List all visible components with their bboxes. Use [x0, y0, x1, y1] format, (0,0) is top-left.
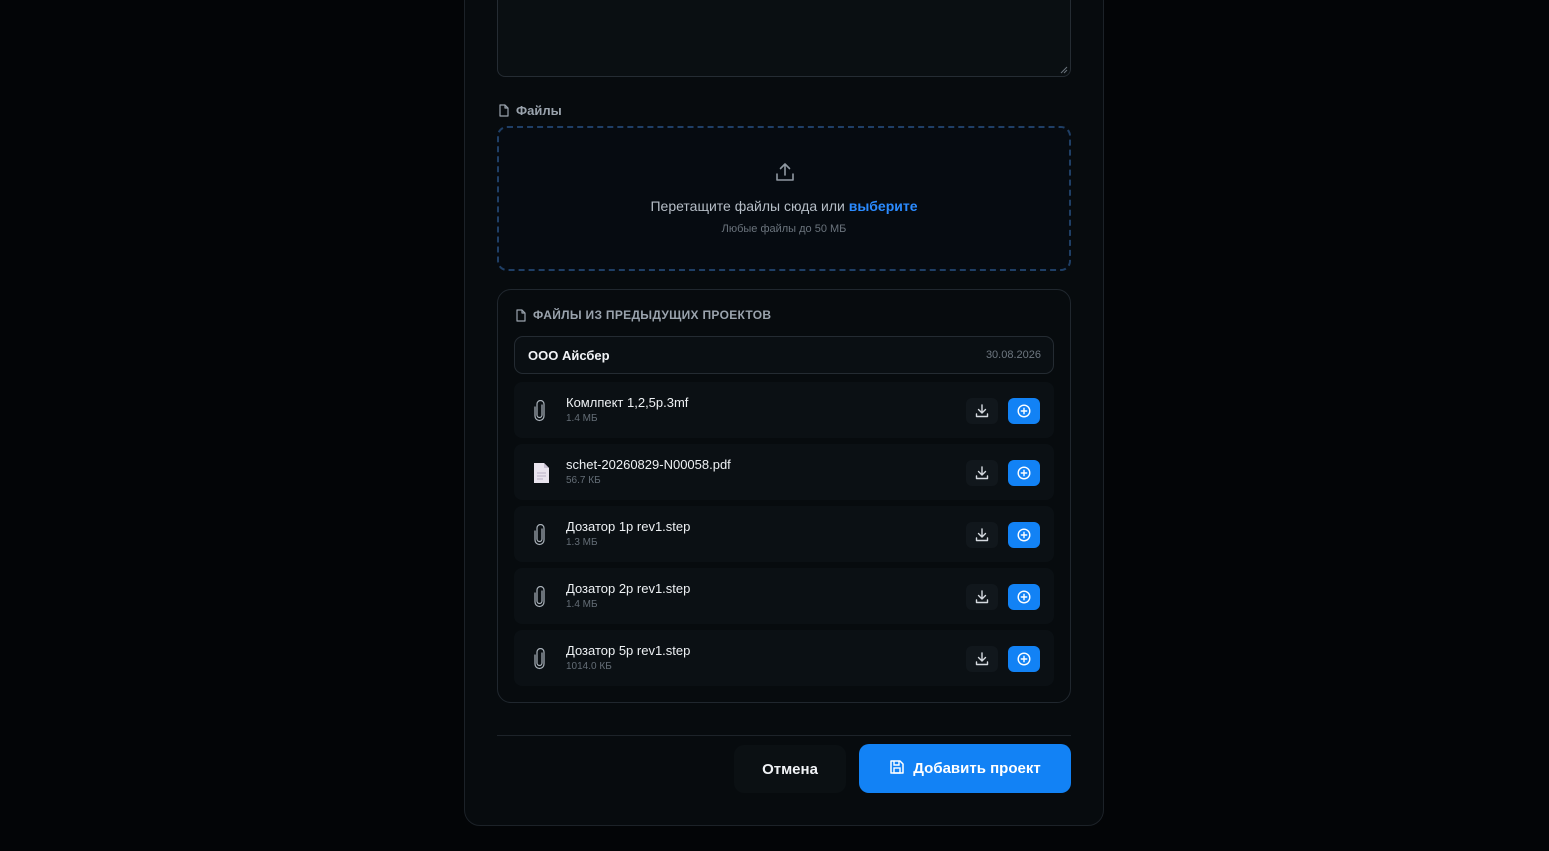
plus-circle-icon [1017, 652, 1031, 666]
download-icon [975, 404, 989, 418]
download-button[interactable] [966, 398, 998, 424]
plus-circle-icon [1017, 528, 1031, 542]
previous-project-header[interactable]: ООО Айсбер 30.08.2026 [514, 336, 1054, 374]
download-icon [975, 528, 989, 542]
file-row: Дозатор 5р rev1.step 1014.0 КБ [514, 630, 1054, 686]
plus-circle-icon [1017, 466, 1031, 480]
file-row: Дозатор 1р rev1.step 1.3 МБ [514, 506, 1054, 562]
file-name: Комлпект 1,2,5р.3mf [566, 395, 689, 410]
plus-circle-icon [1017, 590, 1031, 604]
previous-files-panel: ФАЙЛЫ ИЗ ПРЕДЫДУЩИХ ПРОЕКТОВ ООО Айсбер … [497, 289, 1071, 703]
file-name: Дозатор 2р rev1.step [566, 581, 691, 596]
plus-circle-icon [1017, 404, 1031, 418]
project-date: 30.08.2026 [985, 349, 1041, 361]
file-size: 1014.0 КБ [566, 661, 612, 672]
file-row: Дозатор 2р rev1.step 1.4 МБ [514, 568, 1054, 624]
document-icon [532, 462, 550, 489]
download-button[interactable] [966, 522, 998, 548]
file-row: Комлпект 1,2,5р.3mf 1.4 МБ [514, 382, 1054, 438]
dropzone-text: Перетащите файлы сюда или выберите [499, 198, 1069, 214]
attach-file-button[interactable] [1008, 398, 1040, 424]
cancel-button[interactable]: Отмена [734, 745, 846, 793]
file-name: Дозатор 5р rev1.step [566, 643, 691, 658]
resize-grip-icon[interactable] [1060, 66, 1068, 74]
previous-files-heading: ФАЙЛЫ ИЗ ПРЕДЫДУЩИХ ПРОЕКТОВ [533, 308, 772, 322]
download-icon [975, 466, 989, 480]
previous-files-title: ФАЙЛЫ ИЗ ПРЕДЫДУЩИХ ПРОЕКТОВ [515, 308, 771, 322]
attach-file-button[interactable] [1008, 584, 1040, 610]
attach-file-button[interactable] [1008, 646, 1040, 672]
file-icon [515, 308, 527, 322]
file-row: schet-20260829-N00058.pdf 56.7 КБ [514, 444, 1054, 500]
file-name: schet-20260829-N00058.pdf [566, 457, 731, 472]
description-textarea[interactable] [497, 0, 1071, 77]
download-icon [975, 590, 989, 604]
paperclip-icon [532, 585, 548, 613]
dropzone-instruction: Перетащите файлы сюда или [650, 198, 845, 214]
file-dropzone[interactable]: Перетащите файлы сюда или выберите Любые… [497, 126, 1071, 271]
paperclip-icon [532, 647, 548, 675]
paperclip-icon [532, 523, 548, 551]
file-icon [498, 104, 510, 117]
download-button[interactable] [966, 584, 998, 610]
footer-divider [497, 735, 1071, 736]
file-size: 56.7 КБ [566, 475, 601, 486]
file-size: 1.3 МБ [566, 537, 598, 548]
attach-file-button[interactable] [1008, 522, 1040, 548]
download-button[interactable] [966, 646, 998, 672]
download-icon [975, 652, 989, 666]
file-size: 1.4 МБ [566, 599, 598, 610]
save-icon [889, 759, 905, 779]
attach-file-button[interactable] [1008, 460, 1040, 486]
add-project-label: Добавить проект [913, 760, 1041, 777]
file-name: Дозатор 1р rev1.step [566, 519, 691, 534]
upload-icon [774, 161, 796, 188]
project-name: ООО Айсбер [528, 348, 610, 363]
file-size: 1.4 МБ [566, 413, 598, 424]
download-button[interactable] [966, 460, 998, 486]
dropzone-hint: Любые файлы до 50 МБ [721, 223, 847, 235]
add-project-button[interactable]: Добавить проект [859, 744, 1071, 793]
files-section-title: Файлы [516, 103, 562, 118]
choose-files-link[interactable]: выберите [849, 198, 918, 214]
paperclip-icon [532, 399, 548, 427]
files-section-label: Файлы [498, 103, 562, 118]
